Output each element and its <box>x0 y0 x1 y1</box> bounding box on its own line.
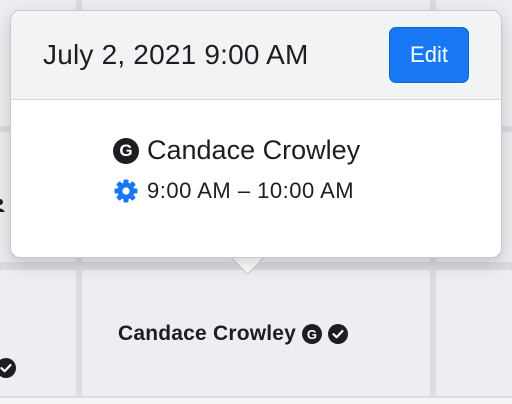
checkmark-circle-icon <box>328 324 349 344</box>
grid-bottom-strip <box>0 398 512 404</box>
google-badge-icon: G <box>113 137 139 164</box>
event-popover: July 2, 2021 9:00 AM Edit G Candace Crow… <box>10 10 502 258</box>
checkmark-circle-icon <box>0 358 16 378</box>
attendee-row: G Candace Crowley <box>113 135 360 166</box>
calendar-cell[interactable] <box>436 270 512 396</box>
popover-header: July 2, 2021 9:00 AM Edit <box>11 11 501 100</box>
attendee-name: Candace Crowley <box>147 135 361 165</box>
calendar-event-label: Candace Crowley <box>118 322 297 345</box>
calendar-event[interactable]: Candace Crowley G <box>118 320 349 348</box>
gear-icon <box>114 179 138 203</box>
time-range: 9:00 AM – 10:00 AM <box>147 178 355 203</box>
time-row: 9:00 AM – 10:00 AM <box>113 178 354 204</box>
edit-button[interactable]: Edit <box>389 27 469 83</box>
google-badge-icon: G <box>302 324 323 344</box>
popover-title: July 2, 2021 9:00 AM <box>43 39 309 70</box>
user-icon <box>0 199 5 212</box>
